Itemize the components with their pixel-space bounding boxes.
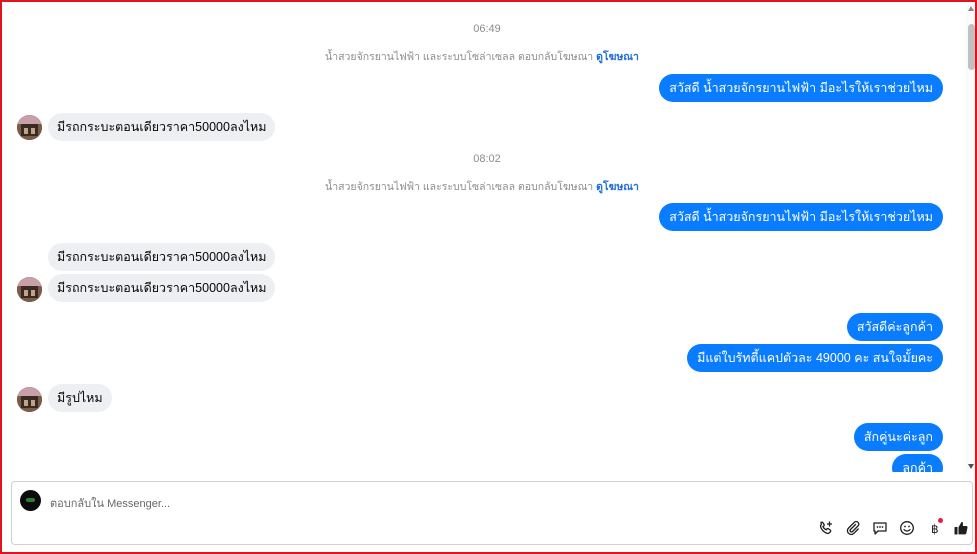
page-avatar <box>20 490 41 511</box>
reply-composer: ตอบกลับใน Messenger... ฿ <box>11 481 973 545</box>
svg-text:฿: ฿ <box>931 522 939 536</box>
customer-avatar[interactable] <box>17 277 42 302</box>
baht-payment-icon[interactable]: ฿ <box>920 518 947 538</box>
composer-toolbar: ฿ <box>812 518 974 538</box>
timestamp: 06:49 <box>473 23 501 35</box>
view-ad-link[interactable]: ดูโฆษณา <box>596 51 639 63</box>
scroll-up-arrow[interactable] <box>968 6 974 11</box>
incoming-message: มีรถกระบะตอนเดียวราคา50000ลงไหม <box>48 113 276 141</box>
notification-dot <box>938 518 943 523</box>
outgoing-message: สวัสดีค่ะลูกค้า <box>846 313 943 341</box>
view-ad-link[interactable]: ดูโฆษณา <box>596 181 639 193</box>
ad-reply-notice: น้ำสวยจักรยานไฟฟ้า และระบบโซล่าเซลล ตอบก… <box>4 48 960 65</box>
scroll-down-arrow[interactable] <box>968 464 974 469</box>
customer-avatar[interactable] <box>17 387 42 412</box>
outgoing-message: ลูกค้า <box>892 454 943 472</box>
incoming-message: มีรูปไหม <box>48 384 112 412</box>
thumbs-up-icon[interactable] <box>947 518 974 538</box>
thread-scrollbar[interactable] <box>966 4 975 472</box>
add-call-icon[interactable] <box>812 518 839 538</box>
customer-avatar[interactable] <box>17 115 42 140</box>
outgoing-message: สักคู่นะค่ะลูก <box>853 423 943 451</box>
message-thread[interactable]: 06:49 น้ำสวยจักรยานไฟฟ้า และระบบโซล่าเซล… <box>4 4 964 472</box>
emoji-icon[interactable] <box>893 518 920 538</box>
ad-reply-text: น้ำสวยจักรยานไฟฟ้า และระบบโซล่าเซลล ตอบก… <box>325 51 594 63</box>
messenger-window: 06:49 น้ำสวยจักรยานไฟฟ้า และระบบโซล่าเซล… <box>0 0 977 554</box>
ad-reply-text: น้ำสวยจักรยานไฟฟ้า และระบบโซล่าเซลล ตอบก… <box>325 181 594 193</box>
reply-input[interactable]: ตอบกลับใน Messenger... <box>50 494 550 512</box>
scrollbar-thumb[interactable] <box>968 24 975 70</box>
attachment-icon[interactable] <box>839 518 866 538</box>
outgoing-message: สวัสดี น้ำสวยจักรยานไฟฟ้า มีอะไรให้เราช่… <box>659 74 943 102</box>
outgoing-message: มีแต่ใบรัทตี้แคปตัวละ 49000 คะ สนใจมั้ยค… <box>687 344 943 372</box>
incoming-message: มีรถกระบะตอนเดียวราคา50000ลงไหม <box>48 274 276 302</box>
ad-reply-notice: น้ำสวยจักรยานไฟฟ้า และระบบโซล่าเซลล ตอบก… <box>4 178 960 195</box>
incoming-message: มีรถกระบะตอนเดียวราคา50000ลงไหม <box>48 243 276 271</box>
outgoing-message: สวัสดี น้ำสวยจักรยานไฟฟ้า มีอะไรให้เราช่… <box>659 203 943 231</box>
timestamp: 08:02 <box>473 153 501 165</box>
saved-reply-icon[interactable] <box>866 518 893 538</box>
